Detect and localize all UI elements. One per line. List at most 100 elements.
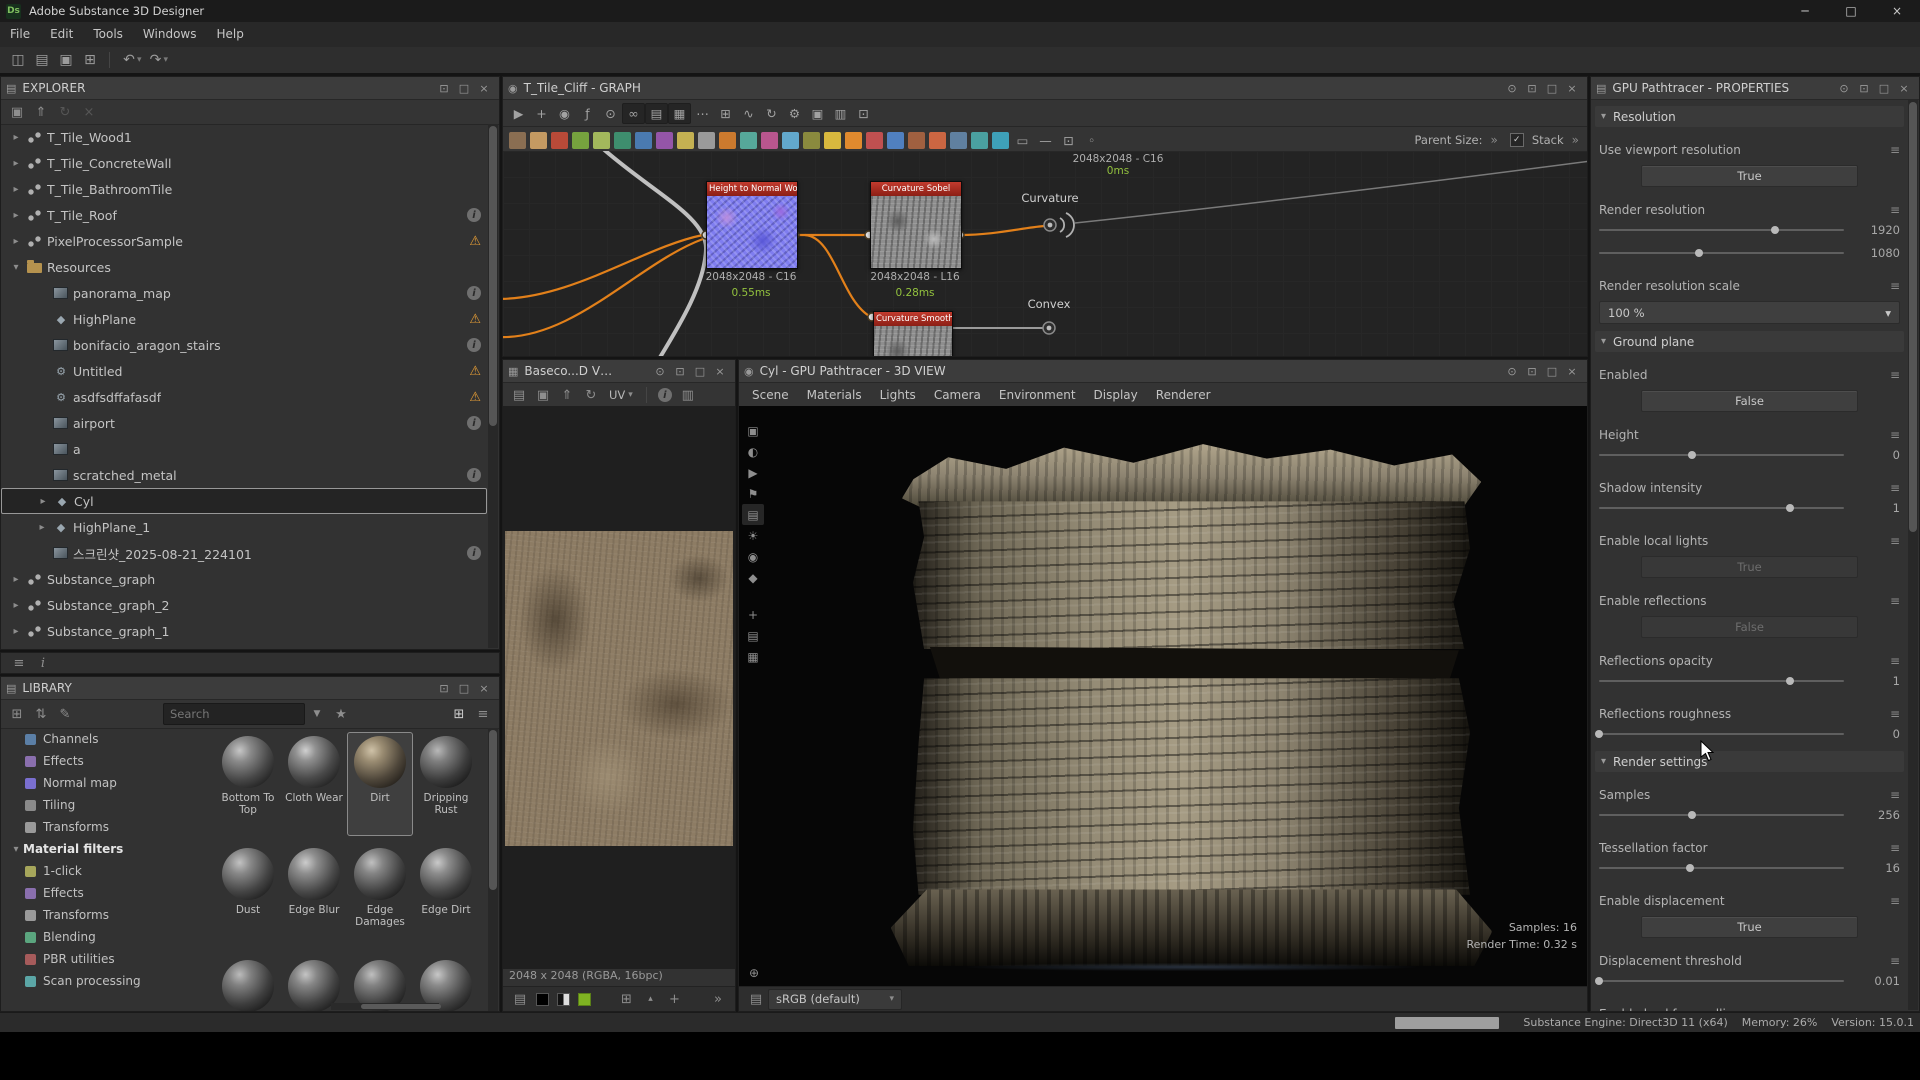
atomic-node-icon[interactable] [719, 132, 736, 149]
atomic-node-icon[interactable] [887, 132, 904, 149]
toggle-button[interactable]: True [1641, 916, 1858, 938]
chevron-down-icon[interactable]: ▾ [137, 55, 142, 65]
warning-icon[interactable]: ⚠ [469, 312, 481, 327]
split-swatch[interactable] [557, 993, 570, 1006]
save-icon[interactable]: ▣ [54, 49, 78, 71]
slider-track[interactable] [1599, 680, 1844, 682]
library-hscrollbar[interactable] [331, 1003, 439, 1010]
view3d-menu-camera[interactable]: Camera [925, 388, 990, 402]
slider-handle[interactable] [1786, 504, 1794, 512]
row-menu-icon[interactable]: ≡ [1884, 368, 1900, 382]
library-category[interactable]: Blending [1, 926, 215, 948]
warning-icon[interactable]: ⚠ [469, 234, 481, 249]
row-menu-icon[interactable]: ≡ [1884, 654, 1900, 668]
row-menu-icon[interactable]: ≡ [1884, 1007, 1900, 1011]
search-input[interactable] [163, 703, 305, 725]
menu-file[interactable]: File [0, 22, 40, 47]
pointer-icon[interactable]: ▶ [742, 462, 764, 483]
pin-icon[interactable]: ⊙ [1502, 362, 1522, 380]
reimport-icon[interactable]: ↻ [579, 385, 603, 405]
material-item[interactable]: Dirt [347, 732, 413, 836]
chain-icon[interactable]: ∿ [737, 103, 760, 124]
layers-icon[interactable]: ▤ [744, 989, 768, 1009]
pin-icon[interactable]: ⊙ [1834, 79, 1854, 97]
slider-handle[interactable] [1688, 451, 1696, 459]
menu-windows[interactable]: Windows [133, 22, 207, 47]
slider-track[interactable] [1599, 252, 1844, 254]
frame-icon[interactable]: ⊡ [852, 103, 875, 124]
flag-icon[interactable]: ⚑ [742, 483, 764, 504]
colorspace-dropdown[interactable]: sRGB (default) ▾ [768, 989, 902, 1010]
library-category[interactable]: Normal map [1, 772, 215, 794]
info-icon[interactable]: i [467, 286, 481, 300]
library-category[interactable]: Transforms [1, 816, 215, 838]
chevron-right-icon[interactable]: ▸ [7, 236, 25, 247]
histogram-icon[interactable]: ▥ [829, 103, 852, 124]
material-item[interactable] [215, 956, 281, 1011]
tree-item[interactable]: ▸PixelProcessorSample⚠ [1, 228, 487, 254]
sphere-icon[interactable]: ◐ [742, 441, 764, 462]
view3d-menu-lights[interactable]: Lights [871, 388, 925, 402]
graph-node[interactable]: Curvature Smooth [873, 311, 953, 356]
material-item[interactable]: Edge Dirt [413, 844, 479, 948]
tools-icon[interactable]: ⚙ [783, 103, 806, 124]
new-package-icon[interactable]: ◫ [6, 49, 30, 71]
maximize-icon[interactable]: □ [1542, 362, 1562, 380]
row-menu-icon[interactable]: ≡ [1884, 707, 1900, 721]
graph-canvas[interactable]: Height to Normal World...2048x2048 - C16… [503, 151, 1587, 356]
section-header[interactable]: ▾Render settings [1595, 751, 1904, 772]
slider-track[interactable] [1599, 454, 1844, 456]
slider-handle[interactable] [1771, 226, 1779, 234]
grid-icon[interactable]: ⊞ [714, 103, 737, 124]
move-icon[interactable]: + [742, 604, 764, 625]
library-category[interactable]: Channels [1, 728, 215, 750]
library-category[interactable]: Tiling [1, 794, 215, 816]
chevron-right-icon[interactable]: ▸ [7, 600, 25, 611]
camera-icon[interactable]: ◉ [553, 103, 576, 124]
warning-icon[interactable]: ⚠ [469, 390, 481, 405]
layers-icon[interactable]: ▤ [742, 625, 764, 646]
menu-help[interactable]: Help [206, 22, 253, 47]
dock-icon[interactable]: ⊡ [1522, 362, 1542, 380]
toggle-button[interactable]: False [1641, 390, 1858, 412]
info-icon[interactable]: i [467, 468, 481, 482]
slider-track[interactable] [1599, 229, 1844, 231]
new-folder-icon[interactable]: ⊞ [5, 704, 29, 724]
dock-icon[interactable]: ⊡ [670, 362, 690, 380]
atomic-node-icon[interactable] [866, 132, 883, 149]
tree-item[interactable]: ▾Resources [1, 254, 487, 280]
menu-tools[interactable]: Tools [83, 22, 133, 47]
atomic-node-icon[interactable] [572, 132, 589, 149]
close-icon[interactable]: × [1562, 362, 1582, 380]
atomic-node-icon[interactable] [614, 132, 631, 149]
atomic-node-icon[interactable] [803, 132, 820, 149]
row-menu-icon[interactable]: ≡ [1884, 143, 1900, 157]
frame-icon[interactable]: ⊡ [1057, 130, 1080, 151]
chevron-down-icon[interactable]: ▾ [7, 262, 25, 273]
atomic-node-icon[interactable] [908, 132, 925, 149]
export-icon[interactable]: ⇑ [555, 385, 579, 405]
graph-node[interactable]: Height to Normal World... [706, 181, 798, 269]
chevron-right-icon[interactable]: ▸ [7, 132, 25, 143]
sun-icon[interactable]: ☀ [742, 525, 764, 546]
grid-view-icon[interactable]: ⊞ [447, 704, 471, 724]
tree-item[interactable]: scratched_metali [1, 462, 487, 488]
refresh-icon[interactable]: ↻ [760, 103, 783, 124]
tree-item[interactable]: ◆HighPlane⚠ [1, 306, 487, 332]
chevron-right-icon[interactable]: ▸ [7, 210, 25, 221]
tree-item[interactable]: ⚙asdfsdffafasdf⚠ [1, 384, 487, 410]
dock-icon[interactable]: ⊡ [434, 79, 454, 97]
axis-gizmo-icon[interactable]: ⊕ [743, 962, 765, 983]
pin-icon[interactable]: ⊙ [650, 362, 670, 380]
row-menu-icon[interactable]: ≡ [1884, 481, 1900, 495]
maximize-icon[interactable]: □ [454, 79, 474, 97]
slider-handle[interactable] [1786, 677, 1794, 685]
dock-icon[interactable]: ⊡ [1522, 79, 1542, 97]
slider-handle[interactable] [1686, 864, 1694, 872]
tree-item[interactable]: 스크린샷_2025-08-21_224101i [1, 540, 487, 566]
list-view-icon[interactable]: ≡ [471, 704, 495, 724]
slide-icon[interactable]: — [1034, 130, 1057, 151]
atomic-node-icon[interactable] [761, 132, 778, 149]
texture-icon[interactable]: ▤ [742, 504, 764, 525]
camera-icon[interactable]: ◉ [742, 546, 764, 567]
